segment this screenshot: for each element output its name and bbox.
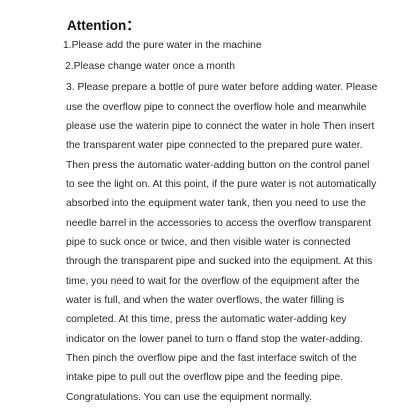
instruction-3-line: 3. Please prepare a bottle of pure water… (66, 82, 378, 93)
instruction-3-line: through the transparent pipe and sucked … (66, 256, 373, 267)
instruction-3-line: Then press the automatic water-adding bu… (66, 160, 370, 171)
document-title: Attention： (67, 18, 140, 33)
instruction-3-line: time, you need to wait for the overflow … (66, 276, 360, 287)
instruction-3-line: completed. At this time, press the autom… (66, 314, 347, 325)
instruction-3-line: needle barrel in the accessories to acce… (66, 218, 372, 229)
instruction-3-line: indicator on the lower panel to turn o f… (66, 334, 363, 345)
instruction-3-line: the transparent water pipe connected to … (66, 140, 363, 151)
instruction-2: 2.Please change water once a month (65, 61, 236, 72)
attention-document: Attention： 1.Please add the pure water i… (0, 0, 416, 416)
instruction-3-line: intake pipe to pull out the overflow pip… (66, 372, 344, 383)
instruction-3-line: use the overflow pipe to connect the ove… (66, 102, 367, 113)
instruction-3-line: absorbed into the equipment water tank, … (66, 198, 366, 209)
instruction-3-line: Congratulations. You can use the equipme… (66, 392, 312, 403)
instruction-3-line: please use the waterin pipe to connect t… (66, 121, 375, 132)
instruction-3-line: to see the light on. At this point, if t… (66, 179, 377, 190)
instruction-1: 1.Please add the pure water in the machi… (63, 40, 262, 51)
instruction-3-line: Then pinch the overflow pipe and the fas… (66, 353, 357, 364)
instruction-3-line: water is full, and when the water overfl… (66, 295, 345, 306)
instruction-3-line: pipe to suck once or twice, and then vis… (66, 237, 351, 248)
